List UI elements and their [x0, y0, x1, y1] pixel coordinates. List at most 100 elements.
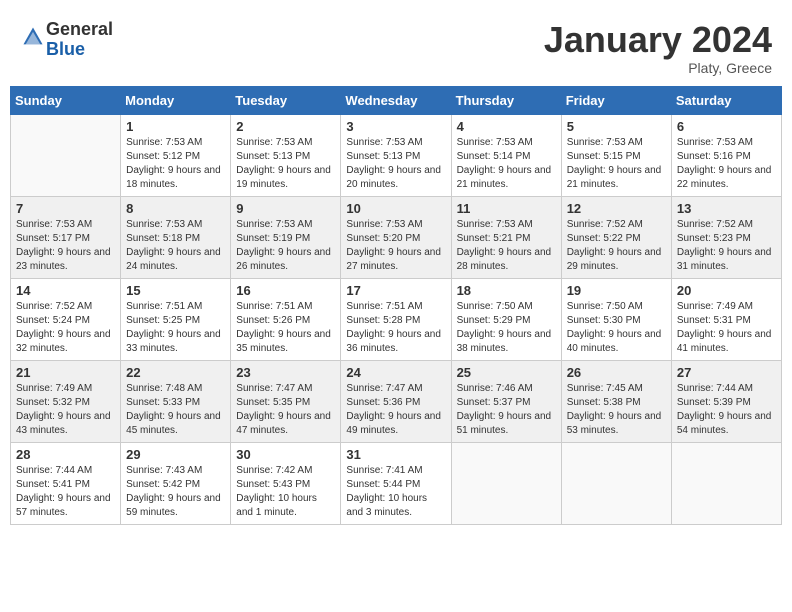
- calendar-cell: [11, 114, 121, 196]
- day-info: Sunrise: 7:44 AMSunset: 5:41 PMDaylight:…: [16, 464, 115, 520]
- day-number: 16: [236, 283, 335, 298]
- day-info: Sunrise: 7:49 AMSunset: 5:31 PMDaylight:…: [677, 300, 776, 356]
- day-number: 30: [236, 447, 335, 462]
- day-number: 18: [457, 283, 556, 298]
- logo-general-text: General: [46, 19, 113, 39]
- day-number: 14: [16, 283, 115, 298]
- month-title: January 2024: [544, 20, 772, 60]
- calendar-cell: 21 Sunrise: 7:49 AMSunset: 5:32 PMDayligh…: [11, 360, 121, 442]
- calendar-table: SundayMondayTuesdayWednesdayThursdayFrid…: [10, 86, 782, 525]
- calendar-cell: 27 Sunrise: 7:44 AMSunset: 5:39 PMDayligh…: [671, 360, 781, 442]
- day-info: Sunrise: 7:53 AMSunset: 5:20 PMDaylight:…: [346, 218, 445, 274]
- column-header-thursday: Thursday: [451, 86, 561, 114]
- day-info: Sunrise: 7:52 AMSunset: 5:22 PMDaylight:…: [567, 218, 666, 274]
- day-info: Sunrise: 7:53 AMSunset: 5:12 PMDaylight:…: [126, 136, 225, 192]
- calendar-cell: 1Sunrise: 7:53 AMSunset: 5:12 PMDaylight…: [121, 114, 231, 196]
- column-header-tuesday: Tuesday: [231, 86, 341, 114]
- day-info: Sunrise: 7:53 AMSunset: 5:13 PMDaylight:…: [236, 136, 335, 192]
- day-number: 4: [457, 119, 556, 134]
- calendar-cell: 16Sunrise: 7:51 AMSunset: 5:26 PMDayligh…: [231, 278, 341, 360]
- calendar-cell: 9 Sunrise: 7:53 AMSunset: 5:19 PMDaylight…: [231, 196, 341, 278]
- location-subtitle: Platy, Greece: [544, 60, 772, 76]
- logo-icon: [22, 26, 44, 48]
- day-info: Sunrise: 7:43 AMSunset: 5:42 PMDaylight:…: [126, 464, 225, 520]
- day-info: Sunrise: 7:53 AMSunset: 5:17 PMDaylight:…: [16, 218, 115, 274]
- day-number: 15: [126, 283, 225, 298]
- day-info: Sunrise: 7:45 AMSunset: 5:38 PMDaylight:…: [567, 382, 666, 438]
- day-number: 27: [677, 365, 776, 380]
- calendar-cell: 4 Sunrise: 7:53 AMSunset: 5:14 PMDaylight…: [451, 114, 561, 196]
- day-info: Sunrise: 7:46 AMSunset: 5:37 PMDaylight:…: [457, 382, 556, 438]
- day-number: 28: [16, 447, 115, 462]
- calendar-cell: 11 Sunrise: 7:53 AMSunset: 5:21 PMDayligh…: [451, 196, 561, 278]
- title-area: January 2024 Platy, Greece: [544, 20, 772, 76]
- calendar-cell: 18 Sunrise: 7:50 AMSunset: 5:29 PMDayligh…: [451, 278, 561, 360]
- calendar-cell: 20 Sunrise: 7:49 AMSunset: 5:31 PMDayligh…: [671, 278, 781, 360]
- logo: General Blue: [20, 20, 113, 60]
- calendar-week-row: 28 Sunrise: 7:44 AMSunset: 5:41 PMDayligh…: [11, 442, 782, 524]
- day-number: 23: [236, 365, 335, 380]
- calendar-cell: 6Sunrise: 7:53 AMSunset: 5:16 PMDaylight…: [671, 114, 781, 196]
- calendar-cell: 7 Sunrise: 7:53 AMSunset: 5:17 PMDaylight…: [11, 196, 121, 278]
- day-number: 13: [677, 201, 776, 216]
- day-number: 17: [346, 283, 445, 298]
- day-info: Sunrise: 7:52 AMSunset: 5:23 PMDaylight:…: [677, 218, 776, 274]
- day-info: Sunrise: 7:53 AMSunset: 5:16 PMDaylight:…: [677, 136, 776, 192]
- day-info: Sunrise: 7:42 AMSunset: 5:43 PMDaylight:…: [236, 464, 335, 520]
- day-number: 7: [16, 201, 115, 216]
- logo-blue-text: Blue: [46, 39, 85, 59]
- calendar-cell: 26 Sunrise: 7:45 AMSunset: 5:38 PMDayligh…: [561, 360, 671, 442]
- day-number: 3: [346, 119, 445, 134]
- calendar-cell: 24 Sunrise: 7:47 AMSunset: 5:36 PMDayligh…: [341, 360, 451, 442]
- calendar-cell: 23 Sunrise: 7:47 AMSunset: 5:35 PMDayligh…: [231, 360, 341, 442]
- calendar-cell: 10 Sunrise: 7:53 AMSunset: 5:20 PMDayligh…: [341, 196, 451, 278]
- calendar-cell: 19Sunrise: 7:50 AMSunset: 5:30 PMDayligh…: [561, 278, 671, 360]
- calendar-cell: 17 Sunrise: 7:51 AMSunset: 5:28 PMDayligh…: [341, 278, 451, 360]
- calendar-cell: 5Sunrise: 7:53 AMSunset: 5:15 PMDaylight…: [561, 114, 671, 196]
- day-number: 29: [126, 447, 225, 462]
- calendar-header-row: SundayMondayTuesdayWednesdayThursdayFrid…: [11, 86, 782, 114]
- calendar-cell: 13 Sunrise: 7:52 AMSunset: 5:23 PMDayligh…: [671, 196, 781, 278]
- calendar-cell: [451, 442, 561, 524]
- day-number: 24: [346, 365, 445, 380]
- day-info: Sunrise: 7:53 AMSunset: 5:21 PMDaylight:…: [457, 218, 556, 274]
- day-info: Sunrise: 7:51 AMSunset: 5:25 PMDaylight:…: [126, 300, 225, 356]
- column-header-monday: Monday: [121, 86, 231, 114]
- calendar-cell: 25Sunrise: 7:46 AMSunset: 5:37 PMDayligh…: [451, 360, 561, 442]
- column-header-friday: Friday: [561, 86, 671, 114]
- calendar-cell: 28 Sunrise: 7:44 AMSunset: 5:41 PMDayligh…: [11, 442, 121, 524]
- calendar-cell: 22Sunrise: 7:48 AMSunset: 5:33 PMDayligh…: [121, 360, 231, 442]
- day-number: 2: [236, 119, 335, 134]
- day-info: Sunrise: 7:49 AMSunset: 5:32 PMDaylight:…: [16, 382, 115, 438]
- day-info: Sunrise: 7:44 AMSunset: 5:39 PMDaylight:…: [677, 382, 776, 438]
- day-number: 10: [346, 201, 445, 216]
- day-info: Sunrise: 7:53 AMSunset: 5:14 PMDaylight:…: [457, 136, 556, 192]
- page-header: General Blue January 2024 Platy, Greece: [10, 10, 782, 81]
- day-info: Sunrise: 7:51 AMSunset: 5:28 PMDaylight:…: [346, 300, 445, 356]
- day-info: Sunrise: 7:50 AMSunset: 5:30 PMDaylight:…: [567, 300, 666, 356]
- calendar-cell: 15 Sunrise: 7:51 AMSunset: 5:25 PMDayligh…: [121, 278, 231, 360]
- day-number: 31: [346, 447, 445, 462]
- day-number: 9: [236, 201, 335, 216]
- day-number: 12: [567, 201, 666, 216]
- calendar-week-row: 21 Sunrise: 7:49 AMSunset: 5:32 PMDayligh…: [11, 360, 782, 442]
- day-info: Sunrise: 7:47 AMSunset: 5:35 PMDaylight:…: [236, 382, 335, 438]
- day-info: Sunrise: 7:53 AMSunset: 5:19 PMDaylight:…: [236, 218, 335, 274]
- calendar-cell: 8Sunrise: 7:53 AMSunset: 5:18 PMDaylight…: [121, 196, 231, 278]
- day-number: 5: [567, 119, 666, 134]
- calendar-cell: 14Sunrise: 7:52 AMSunset: 5:24 PMDayligh…: [11, 278, 121, 360]
- day-number: 8: [126, 201, 225, 216]
- day-info: Sunrise: 7:48 AMSunset: 5:33 PMDaylight:…: [126, 382, 225, 438]
- calendar-cell: 29 Sunrise: 7:43 AMSunset: 5:42 PMDayligh…: [121, 442, 231, 524]
- calendar-cell: 31 Sunrise: 7:41 AMSunset: 5:44 PMDayligh…: [341, 442, 451, 524]
- day-number: 21: [16, 365, 115, 380]
- day-info: Sunrise: 7:53 AMSunset: 5:13 PMDaylight:…: [346, 136, 445, 192]
- day-number: 20: [677, 283, 776, 298]
- day-number: 26: [567, 365, 666, 380]
- calendar-cell: [671, 442, 781, 524]
- day-info: Sunrise: 7:41 AMSunset: 5:44 PMDaylight:…: [346, 464, 445, 520]
- day-info: Sunrise: 7:50 AMSunset: 5:29 PMDaylight:…: [457, 300, 556, 356]
- day-info: Sunrise: 7:47 AMSunset: 5:36 PMDaylight:…: [346, 382, 445, 438]
- column-header-saturday: Saturday: [671, 86, 781, 114]
- day-number: 11: [457, 201, 556, 216]
